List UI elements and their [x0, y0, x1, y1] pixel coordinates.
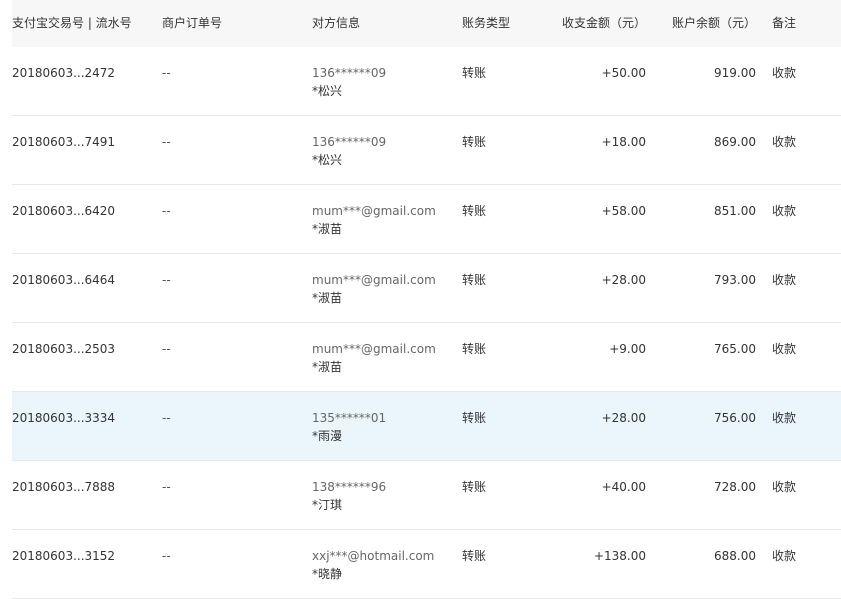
order-no: -- — [162, 66, 171, 80]
trade-no[interactable]: 20180603...2472 — [12, 64, 115, 82]
note: 收款 — [772, 204, 797, 218]
counterparty-account: 138******96 — [312, 480, 387, 494]
counterparty-name: *淑苗 — [312, 222, 343, 236]
amount: +138.00 — [593, 549, 646, 563]
transaction-type: 转账 — [462, 411, 487, 425]
counterparty-name: *淑苗 — [312, 360, 343, 374]
header-counterparty[interactable]: 对方信息 — [312, 14, 360, 32]
order-no: -- — [162, 204, 171, 218]
order-no: -- — [162, 273, 171, 287]
counterparty: 138******96 *汀琪 — [312, 478, 386, 514]
amount: +50.00 — [601, 66, 646, 80]
table-header: 支付宝交易号 | 流水号 商户订单号 对方信息 账务类型 收支金额（元） 账户余… — [0, 0, 841, 47]
transaction-type: 转账 — [462, 342, 487, 356]
amount: +40.00 — [601, 480, 646, 494]
header-order-no[interactable]: 商户订单号 — [162, 14, 222, 32]
counterparty: mum***@gmail.com *淑苗 — [312, 340, 436, 376]
header-amount[interactable]: 收支金额（元） — [562, 14, 646, 32]
counterparty-account: mum***@gmail.com — [312, 204, 436, 218]
order-no: -- — [162, 342, 171, 356]
counterparty: mum***@gmail.com *淑苗 — [312, 202, 436, 238]
balance: 688.00 — [714, 549, 756, 563]
trade-no[interactable]: 20180603...6464 — [12, 271, 115, 289]
counterparty: 136******09 *松兴 — [312, 64, 386, 100]
table-row[interactable]: 20180603...6464 -- mum***@gmail.com *淑苗 … — [12, 254, 841, 323]
trade-no[interactable]: 20180603...7888 — [12, 478, 115, 496]
amount: +28.00 — [601, 411, 646, 425]
table-row[interactable]: 20180603...7491 -- 136******09 *松兴 转账 +1… — [12, 116, 841, 185]
counterparty-name: *晓静 — [312, 567, 343, 581]
balance: 756.00 — [714, 411, 756, 425]
counterparty: mum***@gmail.com *淑苗 — [312, 271, 436, 307]
amount: +18.00 — [601, 135, 646, 149]
trade-no[interactable]: 20180603...3334 — [12, 409, 115, 427]
trade-no[interactable]: 20180603...3152 — [12, 547, 115, 565]
table-row[interactable]: 20180603...3152 -- xxj***@hotmail.com *晓… — [12, 530, 841, 599]
order-no: -- — [162, 549, 171, 563]
table-row[interactable]: 20180603...2503 -- mum***@gmail.com *淑苗 … — [12, 323, 841, 392]
transaction-type: 转账 — [462, 549, 487, 563]
table-row[interactable]: 20180603...6420 -- mum***@gmail.com *淑苗 … — [12, 185, 841, 254]
note: 收款 — [772, 273, 797, 287]
transaction-type: 转账 — [462, 480, 487, 494]
balance: 793.00 — [714, 273, 756, 287]
counterparty-name: *淑苗 — [312, 291, 343, 305]
order-no: -- — [162, 480, 171, 494]
transaction-type: 转账 — [462, 204, 487, 218]
table-row-highlighted[interactable]: 20180603...3334 -- 135******01 *雨漫 转账 +2… — [12, 392, 841, 461]
counterparty-account: mum***@gmail.com — [312, 342, 436, 356]
transaction-table: 支付宝交易号 | 流水号 商户订单号 对方信息 账务类型 收支金额（元） 账户余… — [0, 0, 841, 599]
header-balance[interactable]: 账户余额（元） — [672, 14, 756, 32]
transaction-type: 转账 — [462, 273, 487, 287]
counterparty: 135******01 *雨漫 — [312, 409, 386, 445]
trade-no[interactable]: 20180603...7491 — [12, 133, 115, 151]
note: 收款 — [772, 135, 797, 149]
counterparty-name: *松兴 — [312, 84, 343, 98]
balance: 728.00 — [714, 480, 756, 494]
amount: +58.00 — [601, 204, 646, 218]
trade-no[interactable]: 20180603...6420 — [12, 202, 115, 220]
amount: +28.00 — [601, 273, 646, 287]
counterparty-account: 136******09 — [312, 135, 387, 149]
counterparty-name: *松兴 — [312, 153, 343, 167]
counterparty-account: 136******09 — [312, 66, 387, 80]
header-type[interactable]: 账务类型 — [462, 14, 510, 32]
note: 收款 — [772, 549, 797, 563]
order-no: -- — [162, 135, 171, 149]
note: 收款 — [772, 480, 797, 494]
counterparty: xxj***@hotmail.com *晓静 — [312, 547, 434, 583]
counterparty-account: mum***@gmail.com — [312, 273, 436, 287]
counterparty-account: 135******01 — [312, 411, 387, 425]
header-trade-no[interactable]: 支付宝交易号 | 流水号 — [12, 14, 132, 32]
counterparty: 136******09 *松兴 — [312, 133, 386, 169]
table-row[interactable]: 20180603...2472 -- 136******09 *松兴 转账 +5… — [12, 47, 841, 116]
trade-no[interactable]: 20180603...2503 — [12, 340, 115, 358]
note: 收款 — [772, 66, 797, 80]
transaction-type: 转账 — [462, 135, 487, 149]
counterparty-name: *汀琪 — [312, 498, 343, 512]
note: 收款 — [772, 411, 797, 425]
transaction-type: 转账 — [462, 66, 487, 80]
header-note[interactable]: 备注 — [772, 14, 796, 32]
counterparty-account: xxj***@hotmail.com — [312, 549, 435, 563]
balance: 851.00 — [714, 204, 756, 218]
balance: 869.00 — [714, 135, 756, 149]
balance: 765.00 — [714, 342, 756, 356]
balance: 919.00 — [714, 66, 756, 80]
counterparty-name: *雨漫 — [312, 429, 343, 443]
order-no: -- — [162, 411, 171, 425]
amount: +9.00 — [609, 342, 646, 356]
table-row[interactable]: 20180603...7888 -- 138******96 *汀琪 转账 +4… — [12, 461, 841, 530]
note: 收款 — [772, 342, 797, 356]
